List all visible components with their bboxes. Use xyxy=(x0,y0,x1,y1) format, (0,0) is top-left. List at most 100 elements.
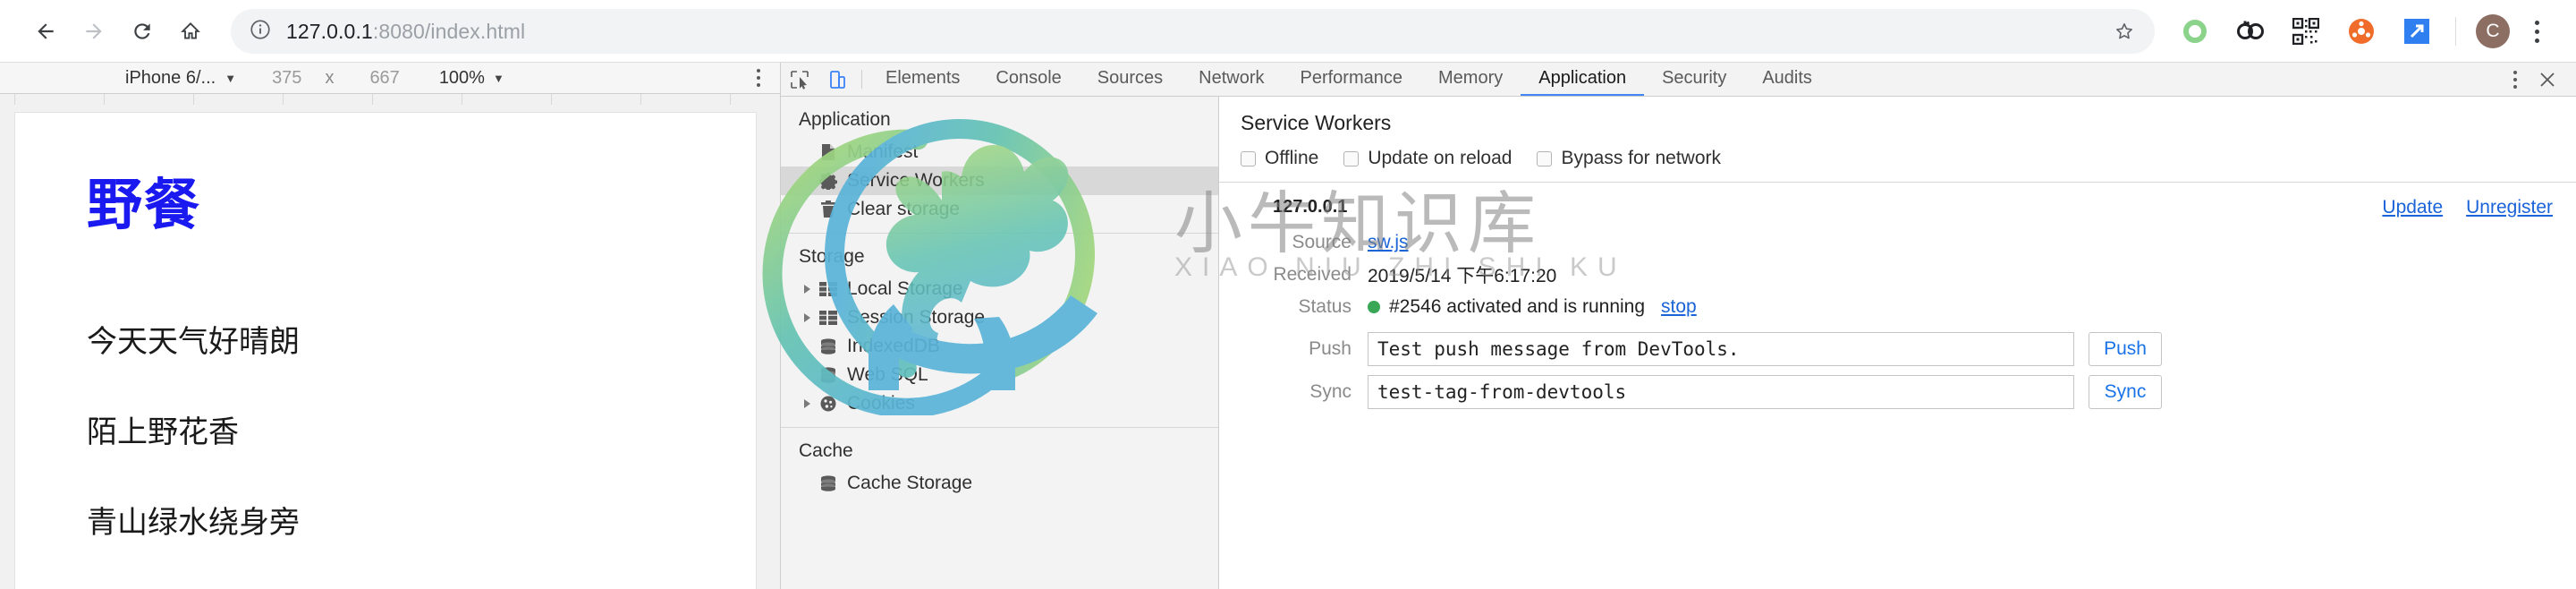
push-label: Push xyxy=(1309,338,1352,359)
sidebar-section-cache: Cache xyxy=(799,440,853,461)
device-more-options-button[interactable] xyxy=(757,67,760,89)
update-on-reload-checkbox[interactable]: Update on reload xyxy=(1343,148,1512,169)
device-dimension-x: x xyxy=(325,67,335,88)
tab-audits[interactable]: Audits xyxy=(1744,63,1830,96)
table-icon xyxy=(817,282,840,296)
extension-link-icon[interactable] xyxy=(2231,12,2270,51)
sidebar-item-service-workers[interactable]: Service Workers xyxy=(781,166,1218,195)
stop-link[interactable]: stop xyxy=(1661,296,1697,318)
device-toolbar-toggle-icon[interactable] xyxy=(818,63,856,96)
site-info-icon[interactable] xyxy=(249,18,272,46)
reload-button[interactable] xyxy=(118,7,166,55)
devtools-panel: Elements Console Sources Network Perform… xyxy=(762,63,2576,589)
sidebar-item-label: Service Workers xyxy=(847,170,985,191)
checkbox-icon[interactable] xyxy=(1343,150,1360,166)
sidebar-item-label: Session Storage xyxy=(847,307,986,328)
sidebar-item-label: Cookies xyxy=(847,393,915,414)
tab-application[interactable]: Application xyxy=(1521,63,1645,96)
bypass-for-network-checkbox[interactable]: Bypass for network xyxy=(1537,148,1721,169)
unregister-link[interactable]: Unregister xyxy=(2466,197,2553,218)
address-bar-host: 127.0.0.1 xyxy=(286,19,373,43)
chevron-down-icon: ▼ xyxy=(492,71,504,85)
sidebar-item-indexeddb[interactable]: IndexedDB xyxy=(781,332,1218,361)
status-text: #2546 activated and is running xyxy=(1389,296,1646,317)
service-worker-actions: Update Unregister xyxy=(2382,197,2553,218)
extension-screenshot-icon[interactable] xyxy=(2397,12,2436,51)
checkbox-icon[interactable] xyxy=(1537,150,1553,166)
bypass-for-network-label: Bypass for network xyxy=(1561,148,1722,168)
address-bar-text: 127.0.0.1:8080/index.html xyxy=(286,20,525,44)
status-running-indicator-icon xyxy=(1368,301,1380,313)
service-worker-origin: 127.0.0.1 xyxy=(1273,197,1348,217)
device-toolbar: iPhone 6/... ▼ 375 x 667 100% ▼ xyxy=(0,63,780,94)
tab-sources[interactable]: Sources xyxy=(1080,63,1181,96)
device-select[interactable]: iPhone 6/... ▼ xyxy=(125,68,236,89)
document-icon xyxy=(817,143,840,161)
sidebar-item-session-storage[interactable]: Session Storage xyxy=(781,303,1218,332)
sync-tag-input[interactable] xyxy=(1368,375,2074,409)
page-line-1: 今天天气好晴朗 xyxy=(87,324,300,360)
devtools-tabbar: Elements Console Sources Network Perform… xyxy=(781,63,2576,97)
device-zoom-select[interactable]: 100% ▼ xyxy=(439,68,504,89)
sidebar-item-local-storage[interactable]: Local Storage xyxy=(781,275,1218,303)
offline-checkbox[interactable]: Offline xyxy=(1241,148,1318,169)
received-value: 2019/5/14 下午6:17:20 xyxy=(1368,266,1557,286)
sidebar-item-label: Manifest xyxy=(847,141,919,162)
device-width-input[interactable]: 375 xyxy=(272,68,301,89)
sidebar-item-cookies[interactable]: Cookies xyxy=(781,389,1218,418)
tab-elements[interactable]: Elements xyxy=(868,63,978,96)
devtools-tabbar-actions xyxy=(2499,63,2576,96)
sync-label: Sync xyxy=(1309,381,1352,402)
sidebar-item-label: Local Storage xyxy=(847,278,963,299)
bookmark-star-icon[interactable] xyxy=(2106,13,2142,49)
device-height-input[interactable]: 667 xyxy=(369,68,399,89)
forward-button[interactable] xyxy=(70,7,118,55)
sidebar-item-web-sql[interactable]: Web SQL xyxy=(781,361,1218,389)
push-button[interactable]: Push xyxy=(2089,332,2162,366)
tab-network[interactable]: Network xyxy=(1181,63,1282,96)
sidebar-item-label: IndexedDB xyxy=(847,336,940,356)
tab-console[interactable]: Console xyxy=(978,63,1079,96)
update-link[interactable]: Update xyxy=(2382,197,2443,218)
push-message-input[interactable] xyxy=(1368,332,2074,366)
tab-performance[interactable]: Performance xyxy=(1283,63,1421,96)
home-button[interactable] xyxy=(166,7,215,55)
address-bar[interactable]: 127.0.0.1:8080/index.html xyxy=(231,9,2155,54)
trash-icon xyxy=(817,201,840,218)
sidebar-item-label: Cache Storage xyxy=(847,473,973,493)
tabbar-divider xyxy=(861,70,862,89)
browser-menu-button[interactable] xyxy=(2519,12,2555,51)
source-link[interactable]: sw.js xyxy=(1368,232,1409,253)
offline-label: Offline xyxy=(1265,148,1319,168)
back-button[interactable] xyxy=(21,7,70,55)
inspect-element-icon[interactable] xyxy=(781,63,818,96)
received-label: Received xyxy=(1273,264,1352,285)
extensions-area xyxy=(2167,12,2445,51)
devtools-menu-button[interactable] xyxy=(2513,69,2517,90)
avatar[interactable]: C xyxy=(2476,14,2510,48)
database-icon xyxy=(817,475,840,491)
expand-arrow-icon[interactable] xyxy=(799,399,815,408)
expand-arrow-icon[interactable] xyxy=(799,285,815,294)
sidebar-section-application: Application xyxy=(799,109,891,130)
sidebar-item-cache-storage[interactable]: Cache Storage xyxy=(781,469,1218,498)
expand-arrow-icon[interactable] xyxy=(799,313,815,322)
device-screen[interactable]: 野餐 今天天气好晴朗 陌上野花香 青山绿水绕身旁 小鸟喳喳唱 xyxy=(14,112,757,589)
page-viewport: 野餐 今天天气好晴朗 陌上野花香 青山绿水绕身旁 小鸟喳喳唱 xyxy=(0,94,780,589)
extension-qrcode-icon[interactable] xyxy=(2286,12,2326,51)
tab-memory[interactable]: Memory xyxy=(1420,63,1521,96)
sync-button[interactable]: Sync xyxy=(2089,375,2162,409)
cookie-icon xyxy=(817,395,840,413)
status-value-container: #2546 activated and is running stop xyxy=(1368,296,1697,318)
device-select-label: iPhone 6/... xyxy=(125,67,216,88)
extension-green-ring-icon[interactable] xyxy=(2175,12,2215,51)
tab-security[interactable]: Security xyxy=(1644,63,1744,96)
sidebar-item-manifest[interactable]: Manifest xyxy=(781,138,1218,166)
sidebar-item-clear-storage[interactable]: Clear storage xyxy=(781,195,1218,224)
database-icon xyxy=(817,338,840,354)
checkbox-icon[interactable] xyxy=(1241,150,1256,166)
extension-orange-icon[interactable] xyxy=(2342,12,2381,51)
chevron-down-icon: ▼ xyxy=(225,71,237,85)
sidebar-item-label: Clear storage xyxy=(847,199,961,219)
close-icon[interactable] xyxy=(2531,64,2563,96)
